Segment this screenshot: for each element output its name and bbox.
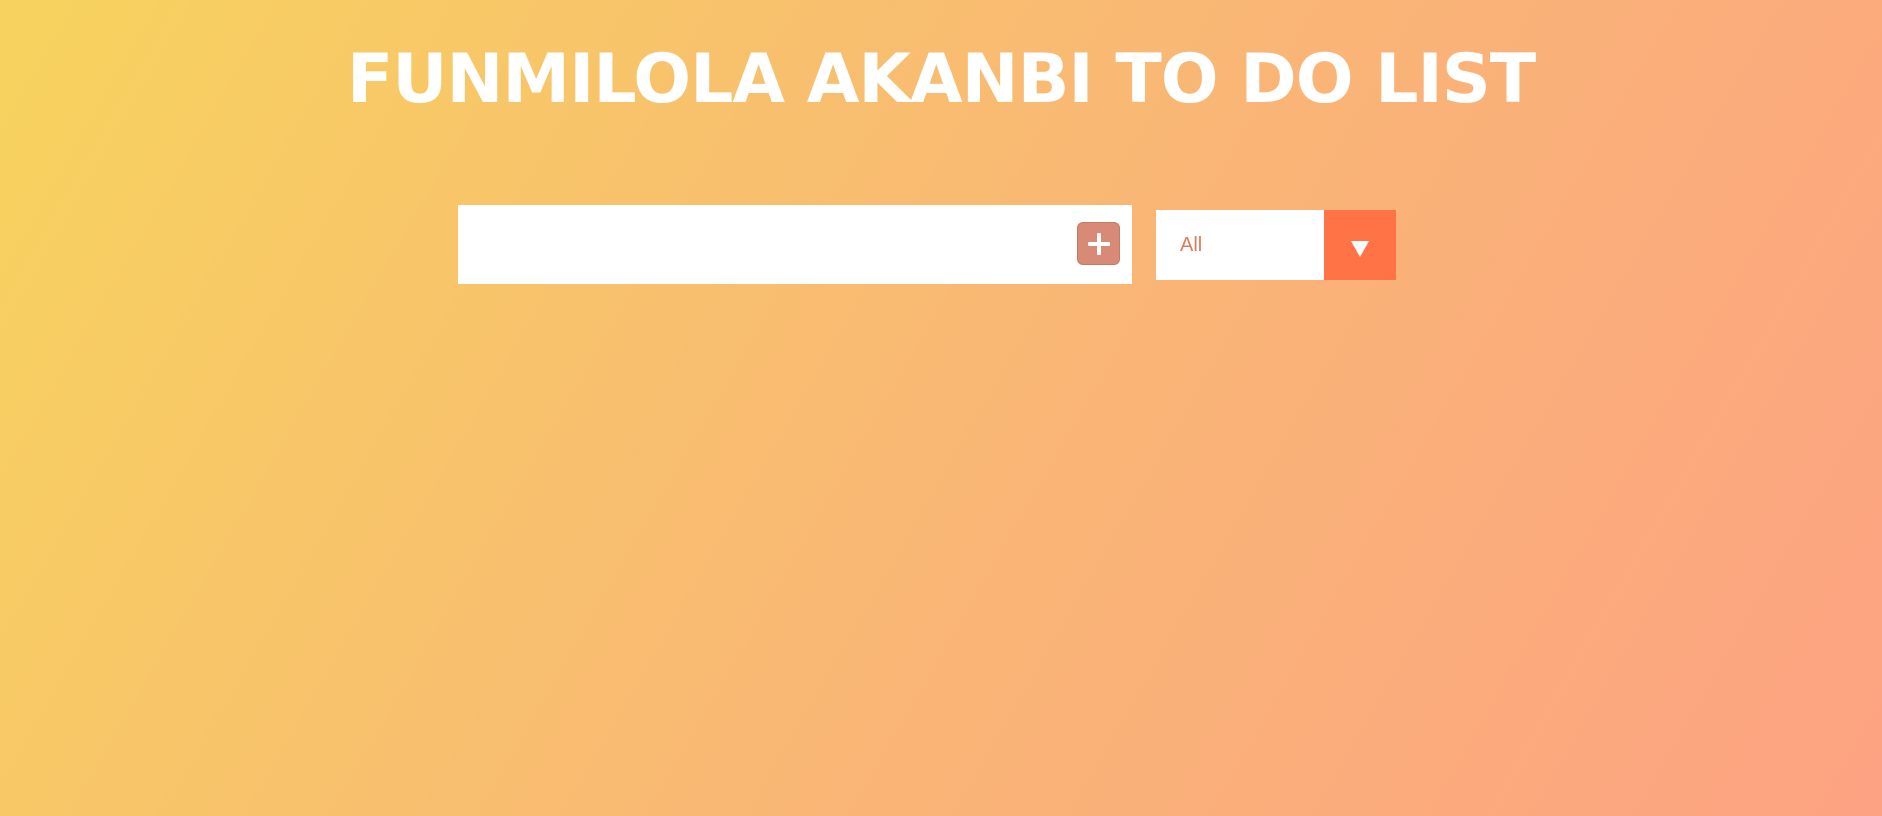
- filter-select[interactable]: All: [1156, 210, 1396, 280]
- filter-dropdown-button[interactable]: [1324, 210, 1396, 280]
- chevron-down-icon: [1351, 241, 1369, 257]
- todo-form: [458, 205, 1132, 284]
- plus-icon: [1087, 232, 1110, 255]
- add-todo-button[interactable]: [1077, 222, 1120, 265]
- filter-selected-value: All: [1180, 234, 1203, 256]
- todo-input[interactable]: [458, 205, 1068, 284]
- page-title: FUNMILOLA AKANBI TO DO LIST: [346, 40, 1536, 119]
